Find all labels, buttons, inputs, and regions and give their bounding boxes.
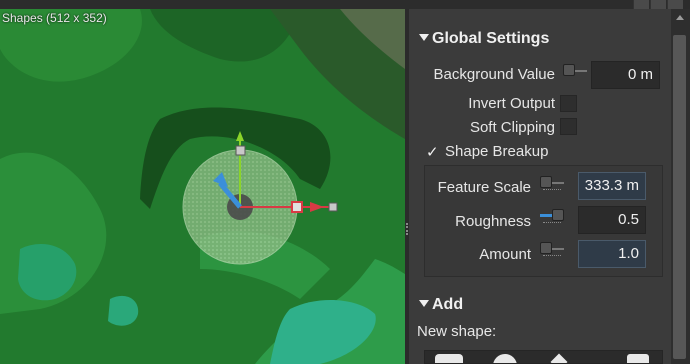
collapse-triangle-icon bbox=[419, 300, 429, 307]
global-settings-title: Global Settings bbox=[432, 30, 550, 47]
rectangle-shape-icon[interactable] bbox=[435, 354, 463, 363]
invert-output-checkbox[interactable] bbox=[560, 95, 577, 112]
toolbar-button-1[interactable] bbox=[633, 0, 649, 9]
scroll-up-icon[interactable] bbox=[676, 15, 684, 20]
feature-scale-field[interactable]: 333.3 m bbox=[578, 172, 646, 200]
shapes-viewport[interactable]: Shapes (512 x 352) bbox=[0, 9, 405, 364]
soft-clipping-checkbox[interactable] bbox=[560, 118, 577, 135]
add-title: Add bbox=[432, 296, 464, 313]
invert-output-label: Invert Output bbox=[468, 95, 555, 112]
circle-shape-icon[interactable] bbox=[493, 354, 517, 363]
amount-knob[interactable] bbox=[540, 242, 564, 258]
new-shape-label: New shape: bbox=[417, 323, 497, 340]
feature-scale-knob[interactable] bbox=[540, 176, 564, 192]
feature-scale-label: Feature Scale bbox=[437, 179, 531, 196]
scrollbar-thumb[interactable] bbox=[673, 35, 686, 359]
background-value-label: Background Value bbox=[433, 66, 555, 83]
global-settings-header[interactable]: Global Settings bbox=[419, 30, 549, 48]
add-header[interactable]: Add bbox=[419, 296, 463, 314]
shape-breakup-check-icon[interactable]: ✓ bbox=[426, 143, 439, 161]
square-shape-icon[interactable] bbox=[627, 354, 649, 363]
splitter-grip-icon bbox=[406, 223, 408, 235]
properties-panel: Global Settings Background Value 0 m Inv… bbox=[409, 9, 671, 364]
new-shape-picker bbox=[424, 350, 663, 364]
roughness-knob[interactable] bbox=[540, 209, 564, 225]
shape-breakup-label: Shape Breakup bbox=[445, 143, 549, 160]
soft-clipping-label: Soft Clipping bbox=[469, 119, 555, 136]
roughness-field[interactable]: 0.5 bbox=[578, 206, 646, 234]
amount-label: Amount bbox=[479, 246, 531, 263]
toolbar-button-3[interactable] bbox=[667, 0, 683, 9]
collapse-triangle-icon bbox=[419, 34, 429, 41]
roughness-label: Roughness bbox=[455, 213, 531, 230]
custom-shape-icon[interactable] bbox=[550, 353, 568, 363]
amount-field[interactable]: 1.0 bbox=[578, 240, 646, 268]
viewport-title: Shapes (512 x 352) bbox=[2, 11, 107, 25]
toolbar-button-2[interactable] bbox=[650, 0, 666, 9]
background-value-field[interactable]: 0 m bbox=[591, 61, 660, 89]
terrain-heightmap bbox=[0, 9, 405, 364]
top-toolbar bbox=[0, 0, 690, 9]
background-value-knob[interactable] bbox=[563, 64, 587, 80]
panel-scrollbar[interactable] bbox=[671, 9, 690, 364]
